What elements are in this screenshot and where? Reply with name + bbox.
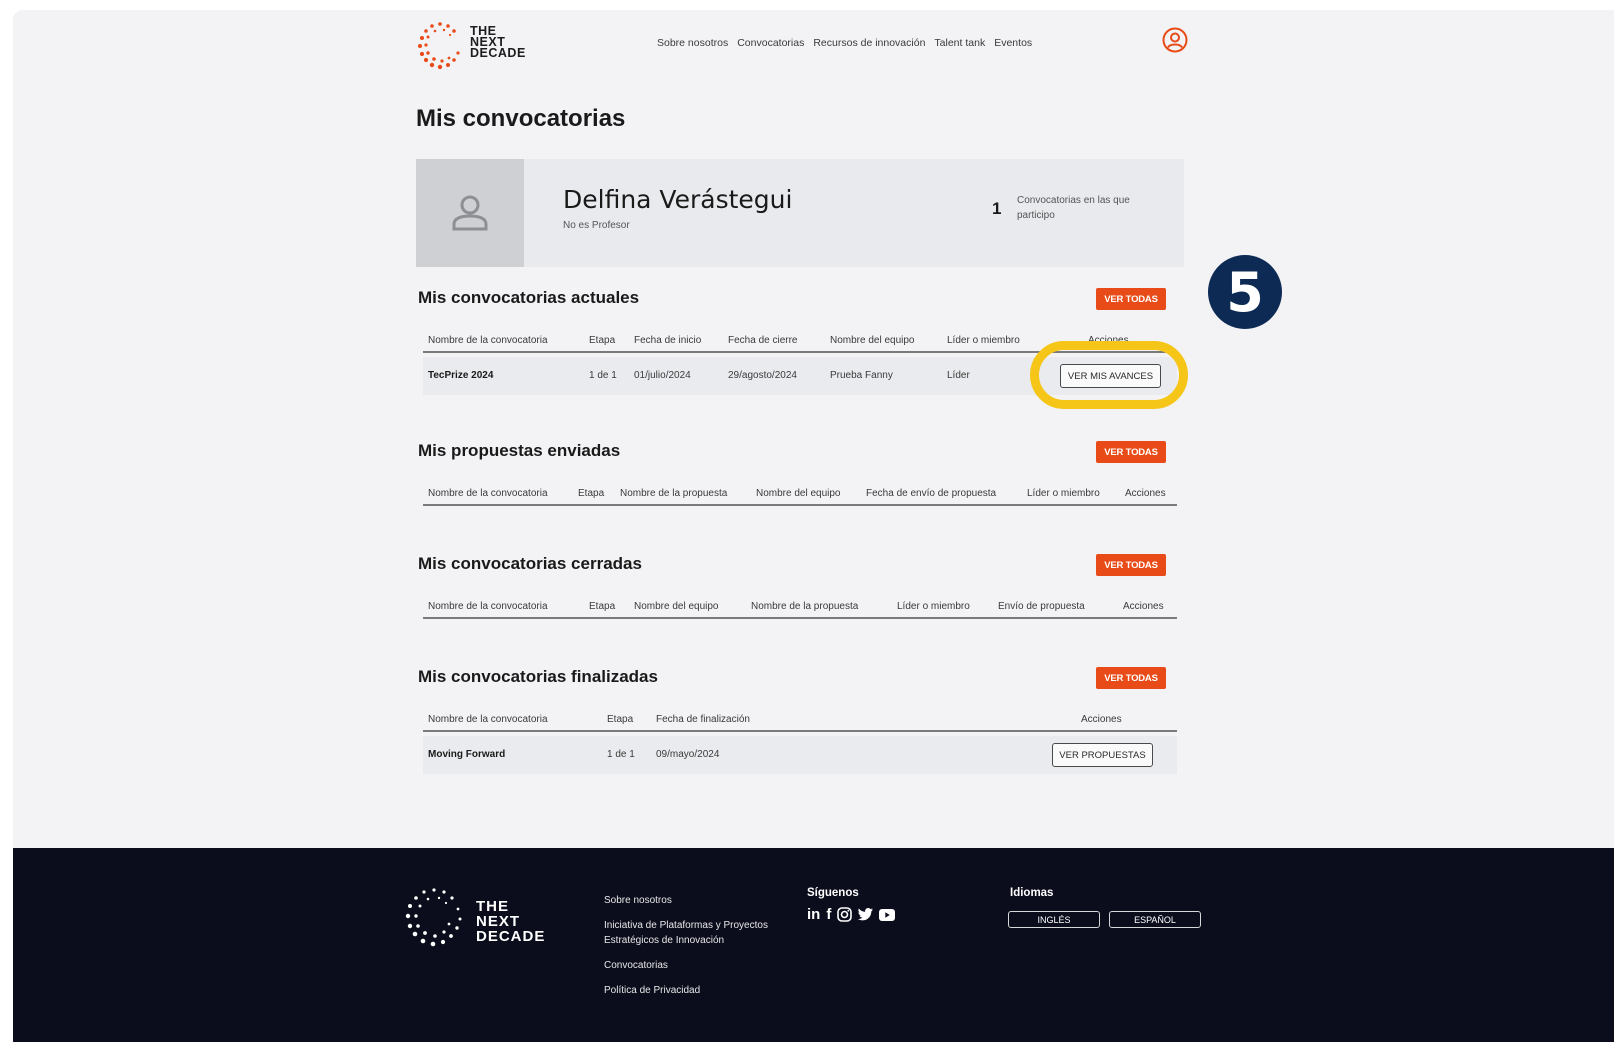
- column-header: Líder o miembro: [947, 335, 1020, 346]
- main-nav: Sobre nosotros Convocatorias Recursos de…: [657, 37, 1032, 49]
- step-badge: 5: [1208, 255, 1282, 329]
- footer-link-privacidad[interactable]: Política de Privacidad: [604, 983, 768, 998]
- column-header: Nombre del equipo: [830, 335, 915, 346]
- instagram-icon[interactable]: [837, 907, 853, 922]
- cell-equipo: Prueba Fanny: [830, 370, 893, 381]
- section-title-actuales: Mis convocatorias actuales: [418, 288, 640, 307]
- page-title: Mis convocatorias: [416, 105, 626, 132]
- avatar: [416, 159, 524, 267]
- column-header: Acciones: [1081, 714, 1122, 725]
- participation-count: 1: [992, 199, 1002, 218]
- column-header: Líder o miembro: [1027, 488, 1100, 499]
- cell-convocatoria: Moving Forward: [428, 749, 506, 760]
- footer-logo[interactable]: THE NEXT DECADE: [400, 884, 570, 954]
- table-header-cerradas: Nombre de la convocatoria Etapa Nombre d…: [423, 595, 1177, 619]
- logo-mark-icon: [405, 888, 462, 947]
- cell-fecha-cierre: 29/agosto/2024: [728, 370, 797, 381]
- column-header: Fecha de finalización: [656, 714, 750, 725]
- youtube-icon[interactable]: [879, 908, 896, 921]
- nav-eventos[interactable]: Eventos: [994, 37, 1032, 49]
- ver-todas-actuales-button[interactable]: VER TODAS: [1096, 288, 1166, 310]
- footer-logo-text: THE NEXT DECADE: [476, 898, 546, 945]
- linkedin-icon[interactable]: in: [807, 906, 820, 923]
- column-header: Acciones: [1125, 488, 1166, 499]
- nav-convocatorias[interactable]: Convocatorias: [737, 37, 804, 49]
- column-header: Líder o miembro: [897, 601, 970, 612]
- highlight-ring: [1030, 341, 1188, 409]
- table-header-enviadas: Nombre de la convocatoria Etapa Nombre d…: [423, 482, 1177, 506]
- column-header: Fecha de envío de propuesta: [866, 488, 997, 499]
- column-header: Nombre del equipo: [634, 601, 719, 612]
- footer: THE NEXT DECADE Sobre nosotros Iniciativ…: [13, 848, 1614, 1042]
- column-header: Envío de propuesta: [998, 601, 1085, 612]
- header: THE NEXT DECADE Sobre nosotros Convocato…: [13, 10, 1614, 80]
- ver-todas-cerradas-button[interactable]: VER TODAS: [1096, 554, 1166, 576]
- column-header: Nombre de la convocatoria: [428, 488, 548, 499]
- column-header: Etapa: [589, 335, 616, 346]
- footer-link-iniciativa[interactable]: Iniciativa de Plataformas y Proyectos: [604, 918, 768, 933]
- column-header: Nombre de la propuesta: [751, 601, 859, 612]
- cell-fecha-finalizacion: 09/mayo/2024: [656, 749, 720, 760]
- section-title-finalizadas: Mis convocatorias finalizadas: [418, 667, 658, 686]
- nav-talent-tank[interactable]: Talent tank: [934, 37, 985, 49]
- table-header-finalizadas: Nombre de la convocatoria Etapa Fecha de…: [423, 708, 1177, 732]
- column-header: Nombre de la convocatoria: [428, 714, 548, 725]
- participation-label: Convocatorias en las que participo: [1017, 195, 1130, 221]
- column-header: Etapa: [589, 601, 616, 612]
- column-header: Nombre de la convocatoria: [428, 601, 548, 612]
- column-header: Fecha de inicio: [634, 335, 702, 346]
- cell-fecha-inicio: 01/julio/2024: [634, 370, 691, 381]
- column-header: Etapa: [578, 488, 605, 499]
- cell-convocatoria: TecPrize 2024: [428, 370, 494, 381]
- footer-link-sobre-nosotros[interactable]: Sobre nosotros: [604, 893, 768, 908]
- lang-ingles-button[interactable]: INGLÉS: [1008, 911, 1100, 928]
- footer-link-convocatorias[interactable]: Convocatorias: [604, 958, 768, 973]
- column-header: Acciones: [1123, 601, 1164, 612]
- column-header: Nombre de la convocatoria: [428, 335, 548, 346]
- languages-title: Idiomas: [1010, 887, 1054, 899]
- social-icons: in f: [807, 906, 896, 923]
- social-title: Síguenos: [807, 887, 859, 899]
- nav-sobre-nosotros[interactable]: Sobre nosotros: [657, 37, 728, 49]
- table-row: Moving Forward 1 de 1 09/mayo/2024 VER P…: [423, 736, 1177, 774]
- ver-propuestas-button[interactable]: VER PROPUESTAS: [1052, 743, 1153, 767]
- lang-espanol-button[interactable]: ESPAÑOL: [1109, 911, 1201, 928]
- person-icon: [452, 195, 488, 231]
- column-header: Nombre del equipo: [756, 488, 841, 499]
- cell-etapa: 1 de 1: [589, 370, 617, 381]
- twitter-icon[interactable]: [858, 908, 874, 921]
- user-account-icon[interactable]: [1162, 27, 1188, 53]
- page: THE NEXT DECADE Sobre nosotros Convocato…: [13, 10, 1614, 1042]
- profile-card: Delfina Verástegui No es Profesor 1 Conv…: [416, 159, 1184, 267]
- section-title-cerradas: Mis convocatorias cerradas: [418, 554, 642, 573]
- footer-link-iniciativa-2[interactable]: Estratégicos de Innovación: [604, 933, 768, 948]
- profile-name: Delfina Verástegui: [563, 185, 793, 214]
- column-header: Nombre de la propuesta: [620, 488, 728, 499]
- ver-todas-finalizadas-button[interactable]: VER TODAS: [1096, 667, 1166, 689]
- facebook-icon[interactable]: f: [826, 906, 831, 923]
- profile-subtitle: No es Profesor: [563, 220, 630, 231]
- logo[interactable]: THE NEXT DECADE: [413, 16, 543, 72]
- nav-recursos-innovacion[interactable]: Recursos de innovación: [813, 37, 925, 49]
- column-header: Fecha de cierre: [728, 335, 798, 346]
- cell-etapa: 1 de 1: [607, 749, 635, 760]
- column-header: Etapa: [607, 714, 634, 725]
- logo-mark-icon: [418, 22, 460, 70]
- logo-text: THE NEXT DECADE: [470, 24, 526, 60]
- cell-rol: Líder: [947, 370, 970, 381]
- ver-todas-enviadas-button[interactable]: VER TODAS: [1096, 441, 1166, 463]
- section-title-enviadas: Mis propuestas enviadas: [418, 441, 621, 460]
- footer-links: Sobre nosotros Iniciativa de Plataformas…: [604, 893, 768, 998]
